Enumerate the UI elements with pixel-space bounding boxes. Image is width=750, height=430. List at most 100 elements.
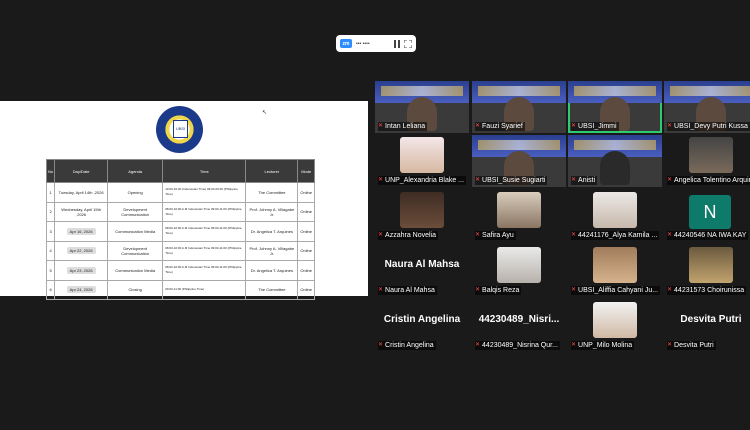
participant-name-label: ✕ 44230489_Nisrina Qur... <box>475 341 560 350</box>
participant-name-label: ✕ Intan Leliana <box>378 122 428 131</box>
participant-tile[interactable]: ✕ Azzahra Novelia <box>375 190 469 242</box>
participant-name: Safira Ayu <box>482 232 514 239</box>
participant-name: Cristin Angelina <box>385 342 434 349</box>
muted-mic-icon: ✕ <box>378 232 384 238</box>
participant-tile[interactable]: ✕ UNP_Alexandria Blake ... <box>375 135 469 187</box>
table-cell-no: 1 <box>45 182 56 203</box>
participant-name: 44230489_Nisrina Qur... <box>482 342 558 349</box>
table-cell-date: Apr 24, 2026 <box>54 279 109 300</box>
col-header: Day/Date <box>54 159 109 183</box>
table-cell-agenda: Closing <box>107 279 164 300</box>
participant-tile[interactable]: Naura Al Mahsa ✕ Naura Al Mahsa <box>375 245 469 297</box>
participant-name: UBSI_Devy Putri Kussa <box>674 123 748 130</box>
participant-name: Naura Al Mahsa <box>385 287 435 294</box>
date-pill: Apr 23, 2026 <box>66 266 96 274</box>
participant-tile[interactable]: ✕ 44231573 Choirunissa <box>664 245 750 297</box>
muted-mic-icon: ✕ <box>475 287 481 293</box>
table-cell-mode: Online <box>297 260 315 281</box>
mouse-cursor-icon: ↖ <box>262 110 268 116</box>
muted-mic-icon: ✕ <box>475 342 481 348</box>
participant-tile[interactable]: ✕ Angelica Tolentino Arquin <box>664 135 750 187</box>
participant-name: Balqis Reza <box>482 287 520 294</box>
participant-name-label: ✕ Fauzi Syarief <box>475 122 525 131</box>
participant-display-name: 44230489_Nisri... <box>478 314 560 325</box>
muted-mic-icon: ✕ <box>667 287 673 293</box>
participant-name: Desvita Putri <box>674 342 714 349</box>
participant-name-label: ✕ UBSI_Devy Putri Kussa <box>667 122 750 131</box>
participant-photo <box>497 247 541 283</box>
muted-mic-icon: ✕ <box>378 342 384 348</box>
expand-icon[interactable] <box>404 39 412 48</box>
muted-mic-icon: ✕ <box>378 287 384 293</box>
participant-name-label: ✕ Balqis Reza <box>475 286 522 295</box>
table-cell-agenda: Development Communication <box>107 201 164 222</box>
muted-mic-icon: ✕ <box>571 287 577 293</box>
table-cell-agenda: Communication Media <box>107 260 164 281</box>
participant-name-label: ✕ 44241176_Alya Kamila ... <box>571 231 660 240</box>
col-header: Time <box>162 159 247 183</box>
table-row: 5 Apr 23, 2026 Communication Media 08:00-10… <box>45 260 315 281</box>
muted-mic-icon: ✕ <box>475 177 481 183</box>
col-header: Agenda <box>107 159 164 183</box>
table-cell-agenda: Development Communication <box>107 240 164 261</box>
avatar-initial: N <box>689 195 731 229</box>
participant-tile[interactable]: 44230489_Nisri... ✕ 44230489_Nisrina Qur..… <box>472 300 566 352</box>
table-cell-time: 08:00-10:00 A.M Indonesian Time 09:00-11… <box>162 221 247 242</box>
participant-name: Fauzi Syarief <box>482 123 523 130</box>
participant-tile[interactable]: ✕ UBSI_Jimmi <box>568 81 662 133</box>
participant-name: UBSI_Jimmi <box>578 123 617 130</box>
participant-tile[interactable]: ✕ Intan Leliana <box>375 81 469 133</box>
participant-name: 44240546 NA IWA KAY <box>674 232 747 239</box>
table-cell-agenda: Communication Media <box>107 221 164 242</box>
table-cell-time: 09:00-11:00 (Philippine Time) <box>162 279 247 300</box>
participant-tile[interactable]: ✕ UBSI_Aliffia Cahyani Ju... <box>568 245 662 297</box>
participant-tile[interactable]: ✕ Balqis Reza <box>472 245 566 297</box>
table-cell-lecturer: Prof. Johnny A. Villagabe Jr. <box>245 240 299 261</box>
table-cell-mode: Online <box>297 201 315 222</box>
table-cell-no: 6 <box>45 279 56 300</box>
table-cell-time: 08:00-10:00 A.M Indonesian Time 09:00-11… <box>162 201 247 222</box>
participant-tile[interactable]: ✕ 44241176_Alya Kamila ... <box>568 190 662 242</box>
participant-name: UBSI_Aliffia Cahyani Ju... <box>578 287 659 294</box>
table-cell-lecturer: Dr. Angelica T. Arquines <box>245 221 299 242</box>
participant-tile[interactable]: N ✕ 44240546 NA IWA KAY <box>664 190 750 242</box>
zoom-logo-icon: zm <box>340 39 352 48</box>
participant-tile[interactable]: ✕ Anisti <box>568 135 662 187</box>
participant-name-label: ✕ UBSI_Aliffia Cahyani Ju... <box>571 286 661 295</box>
participant-name-label: ✕ UBSI_Susie Sugiarti <box>475 176 548 185</box>
participant-name: Angelica Tolentino Arquin <box>674 177 750 184</box>
muted-mic-icon: ✕ <box>667 232 673 238</box>
participant-photo <box>689 137 733 173</box>
meeting-label: ••• •••• <box>356 40 370 47</box>
table-cell-date: Apr 16, 2026 <box>54 221 109 242</box>
col-header: Lecturer <box>245 159 299 183</box>
table-cell-lecturer: Dr. Angelica T. Arquines <box>245 260 299 281</box>
participant-tile[interactable]: Desvita Putri ✕ Desvita Putri <box>664 300 750 352</box>
participant-photo <box>497 192 541 228</box>
table-cell-agenda: Opening <box>107 182 164 203</box>
participant-name-label: ✕ UNP_Milo Molina <box>571 341 635 350</box>
participant-tile[interactable]: ✕ UBSI_Devy Putri Kussa <box>664 81 750 133</box>
participant-photo <box>593 192 637 228</box>
table-cell-date: Apr 23, 2026 <box>54 260 109 281</box>
participant-display-name: Cristin Angelina <box>383 314 461 325</box>
table-cell-time: 08:00-10:00 A.M Indonesian Time 09:00-11… <box>162 260 247 281</box>
participant-photo <box>593 302 637 338</box>
table-cell-time: 08:00-10:00 A.M Indonesian Time 09:00-11… <box>162 240 247 261</box>
participant-name: Azzahra Novelia <box>385 232 436 239</box>
participant-tile[interactable]: Cristin Angelina ✕ Cristin Angelina <box>375 300 469 352</box>
participant-name: 44231573 Choirunissa <box>674 287 745 294</box>
participant-tile[interactable]: ✕ UNP_Milo Molina <box>568 300 662 352</box>
participant-tile[interactable]: ✕ Safira Ayu <box>472 190 566 242</box>
participant-name: Anisti <box>578 177 596 184</box>
participant-name: Intan Leliana <box>385 123 426 130</box>
participant-tile[interactable]: ✕ UBSI_Susie Sugiarti <box>472 135 566 187</box>
muted-mic-icon: ✕ <box>667 123 673 129</box>
pause-icon[interactable] <box>394 39 400 48</box>
participant-tile[interactable]: ✕ Fauzi Syarief <box>472 81 566 133</box>
muted-mic-icon: ✕ <box>475 123 481 129</box>
table-row: 3 Apr 16, 2026 Communication Media 08:00-10… <box>45 221 315 242</box>
table-cell-lecturer: Prof. Johnny A. Villagabe Jr. <box>245 201 299 222</box>
table-row: 6 Apr 24, 2026 Closing 09:00-11:00 (Philipp… <box>45 279 315 300</box>
table-cell-mode: Online <box>297 221 315 242</box>
